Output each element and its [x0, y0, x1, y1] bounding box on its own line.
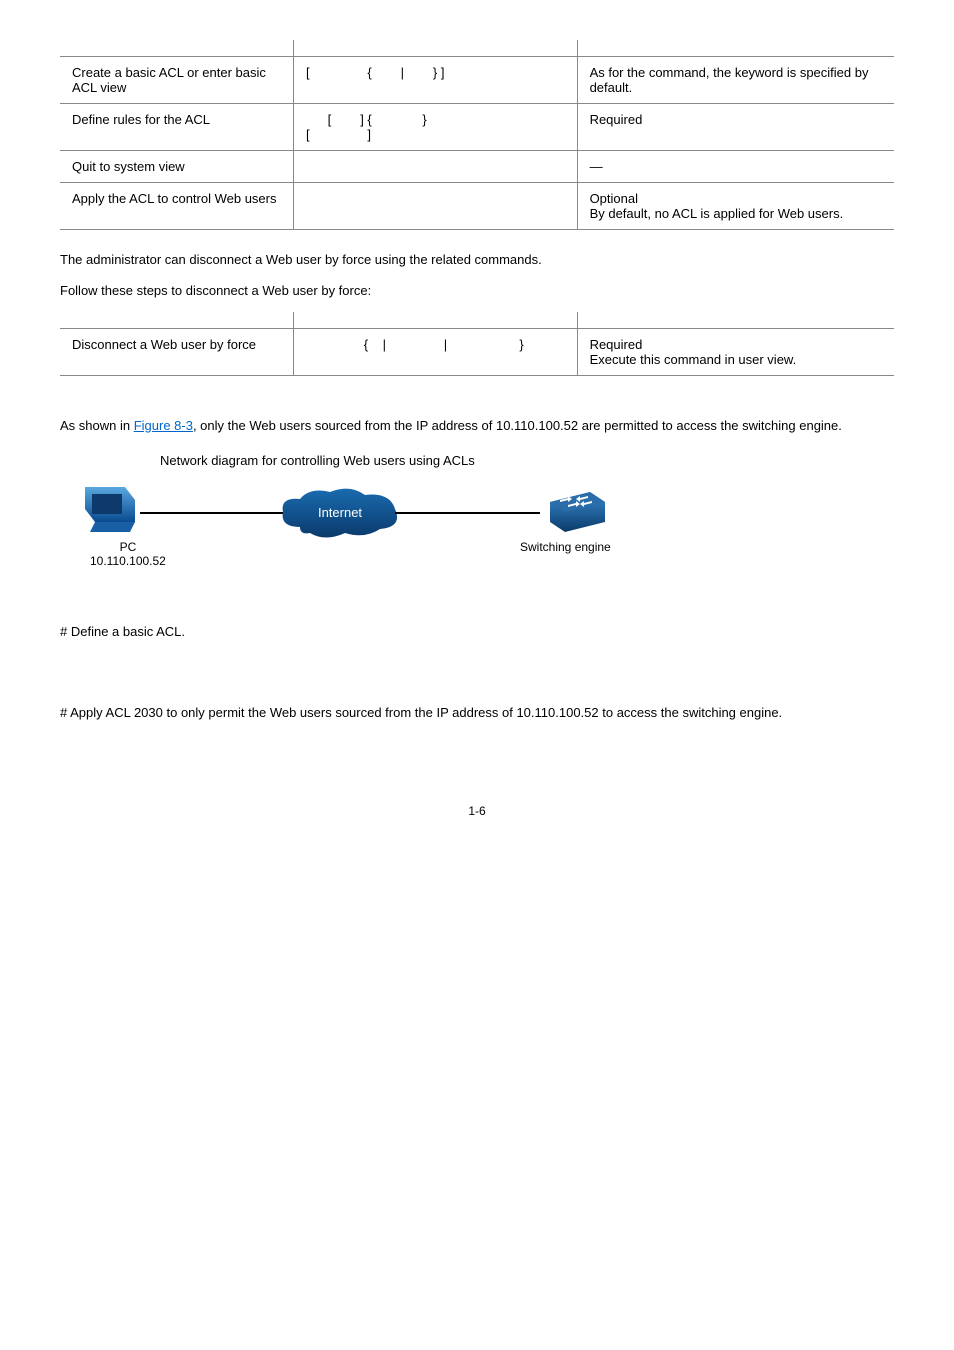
cmd-cell	[294, 151, 578, 183]
op-cell: Define rules for the ACL	[60, 104, 294, 151]
step-text: # Define a basic ACL.	[60, 622, 894, 643]
internet-cloud: Internet	[275, 487, 405, 545]
body-text: Follow these steps to disconnect a Web u…	[60, 281, 894, 302]
table-row: Define rules for the ACL [ ] { } [ ] Req…	[60, 104, 894, 151]
body-text: The administrator can disconnect a Web u…	[60, 250, 894, 271]
connection-line	[395, 512, 540, 514]
connection-line	[140, 512, 290, 514]
svg-text:Internet: Internet	[318, 505, 362, 520]
op-cell: Create a basic ACL or enter basic ACL vi…	[60, 57, 294, 104]
desc-cell: As for the command, the keyword is speci…	[577, 57, 894, 104]
switch-label: Switching engine	[520, 540, 611, 554]
cmd-cell: { | | }	[294, 328, 578, 375]
table-row: Create a basic ACL or enter basic ACL vi…	[60, 57, 894, 104]
op-cell: Quit to system view	[60, 151, 294, 183]
desc-cell: Required Execute this command in user vi…	[577, 328, 894, 375]
pc-label: PC 10.110.100.52	[90, 540, 166, 568]
pc-icon	[80, 482, 140, 540]
op-cell: Disconnect a Web user by force	[60, 328, 294, 375]
switch-icon	[540, 487, 610, 540]
disconnect-table: Disconnect a Web user by force { | | } R…	[60, 312, 894, 376]
body-text: As shown in Figure 8-3, only the Web use…	[60, 416, 894, 437]
figure-link[interactable]: Figure 8-3	[134, 418, 193, 433]
cmd-cell: [ ] { } [ ]	[294, 104, 578, 151]
desc-cell: Optional By default, no ACL is applied f…	[577, 183, 894, 230]
figure-caption: Network diagram for controlling Web user…	[60, 451, 894, 472]
desc-cell: —	[577, 151, 894, 183]
cmd-cell: [ { | } ]	[294, 57, 578, 104]
acl-config-table: Create a basic ACL or enter basic ACL vi…	[60, 40, 894, 230]
table-row: Apply the ACL to control Web users Optio…	[60, 183, 894, 230]
op-cell: Apply the ACL to control Web users	[60, 183, 294, 230]
step-text: # Apply ACL 2030 to only permit the Web …	[60, 703, 894, 724]
desc-cell: Required	[577, 104, 894, 151]
cmd-cell	[294, 183, 578, 230]
table-row: Disconnect a Web user by force { | | } R…	[60, 328, 894, 375]
page-number: 1-6	[60, 804, 894, 818]
network-diagram: PC 10.110.100.52 Internet	[60, 482, 894, 592]
table-row: Quit to system view —	[60, 151, 894, 183]
